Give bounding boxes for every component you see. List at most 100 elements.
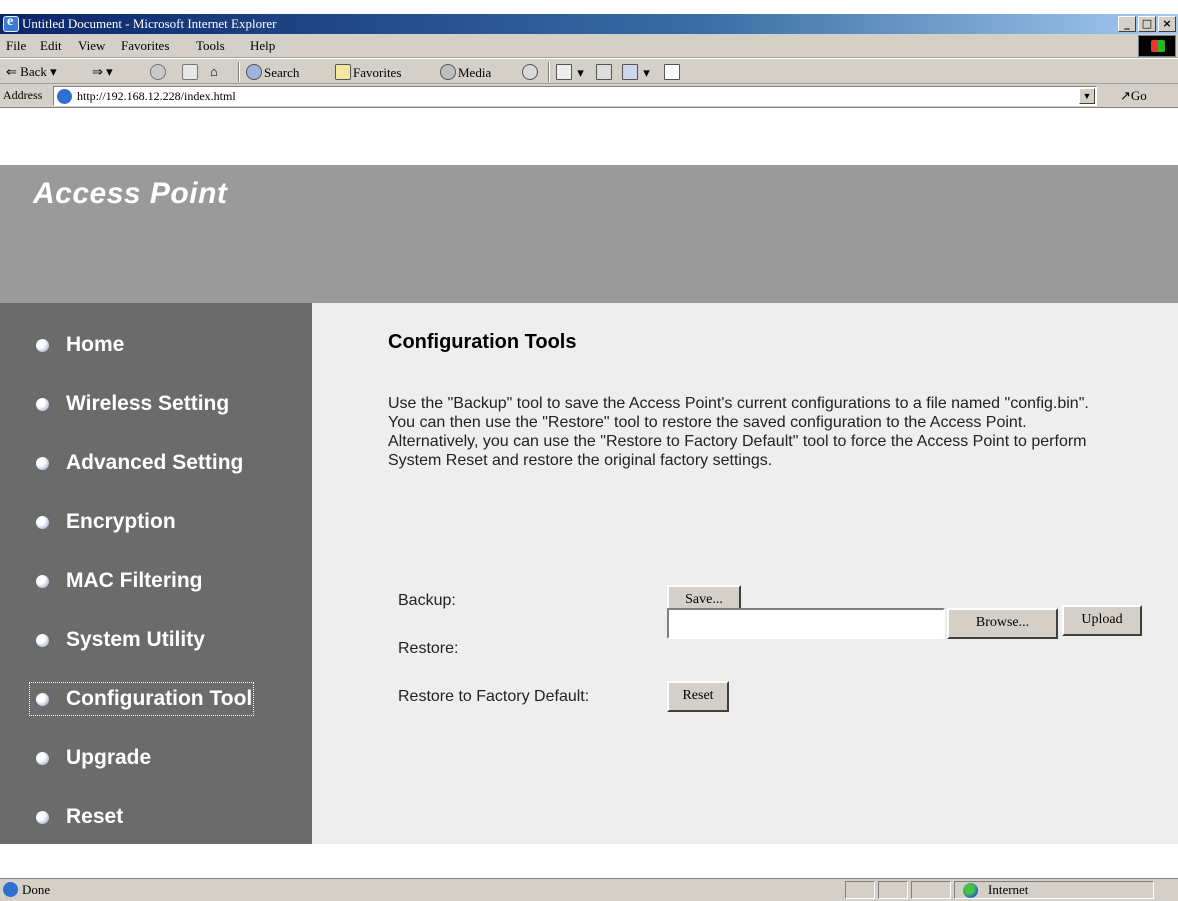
stop-icon [150,64,166,80]
status-bar: Done Internet [0,878,1178,901]
menu-bar: File Edit View Favorites Tools Help [0,34,1178,58]
refresh-button[interactable] [182,64,200,81]
go-button[interactable]: ↗Go [1120,88,1147,104]
browse-button[interactable]: Browse... [947,608,1058,639]
sidebar-item-wireless-setting[interactable]: Wireless Setting [33,389,229,419]
internet-explorer-icon [3,14,19,32]
favorites-label: Favorites [353,65,402,80]
search-label: Search [264,65,300,80]
history-button[interactable] [522,64,540,81]
mail-button[interactable]: ▾ [556,64,584,81]
page-description: Use the "Backup" tool to save the Access… [388,395,1089,469]
favorites-icon [335,64,351,80]
status-panel [878,881,908,899]
bullet-icon [36,752,49,765]
toolbar-separator [548,62,550,82]
upload-button[interactable]: Upload [1062,605,1142,636]
mail-icon [556,64,572,80]
search-icon [246,64,262,80]
forward-arrow-icon: ⇒ [92,64,103,79]
media-icon [440,64,456,80]
edit-button[interactable]: ▾ [622,64,650,81]
back-arrow-icon: ⇐ [6,64,17,79]
page-icon [57,89,72,104]
bullet-icon [36,457,49,470]
banner-title: Access Point [33,177,228,210]
menu-file[interactable]: File [6,38,26,54]
address-input[interactable]: http://192.168.12.228/index.html ▼ [53,86,1097,106]
stop-button[interactable] [150,64,168,81]
discuss-button[interactable] [664,64,682,81]
address-bar: Address http://192.168.12.228/index.html… [0,84,1178,108]
menu-view[interactable]: View [78,38,105,54]
internet-zone-icon [963,883,978,898]
home-icon: ⌂ [210,64,218,79]
discuss-icon [664,64,680,80]
restore-file-input[interactable] [667,608,945,639]
sidebar-item-label: Home [66,333,125,356]
bullet-icon [36,634,49,647]
bullet-icon [36,339,49,352]
sidebar-item-upgrade[interactable]: Upgrade [33,743,151,773]
back-label: Back [20,64,47,79]
go-arrow-icon: ↗ [1120,88,1131,103]
sidebar-item-advanced-setting[interactable]: Advanced Setting [33,448,243,478]
sidebar-item-encryption[interactable]: Encryption [33,507,176,537]
menu-tools[interactable]: Tools [196,38,225,54]
refresh-icon [182,64,198,80]
restore-label: Restore: [398,640,459,657]
sidebar-item-system-utility[interactable]: System Utility [33,625,205,655]
bullet-icon [36,693,49,706]
favorites-button[interactable]: Favorites [335,64,401,81]
status-text: Done [22,882,51,897]
window-controls: _ □ × [1118,16,1176,32]
menu-favorites[interactable]: Favorites [121,38,169,54]
backup-label: Backup: [398,592,456,609]
bullet-icon [36,398,49,411]
factory-default-label: Restore to Factory Default: [398,688,590,705]
sidebar-item-reset[interactable]: Reset [33,802,123,832]
sidebar-item-label: MAC Filtering [66,569,203,592]
sidebar-item-home[interactable]: Home [33,330,124,360]
home-button[interactable]: ⌂ [210,64,218,80]
menu-help[interactable]: Help [250,38,275,54]
reset-button[interactable]: Reset [667,681,729,712]
address-url: http://192.168.12.228/index.html [77,89,236,103]
history-icon [522,64,538,80]
go-label: Go [1130,88,1147,103]
sidebar-item-label: Reset [66,805,124,828]
window-title: Untitled Document - Microsoft Internet E… [22,16,277,31]
status-panel [911,881,951,899]
bullet-icon [36,516,49,529]
sidebar-nav: Home Wireless Setting Advanced Setting E… [0,303,312,844]
zone-label: Internet [988,882,1029,897]
maximize-button[interactable]: □ [1138,16,1156,32]
minimize-button[interactable]: _ [1118,16,1136,32]
menu-edit[interactable]: Edit [40,38,62,54]
sidebar-item-label: Advanced Setting [66,451,244,474]
close-button[interactable]: × [1158,16,1176,32]
back-button[interactable]: ⇐ Back ▾ [6,64,57,80]
page-status-icon [3,882,18,897]
address-label: Address [3,88,43,102]
sidebar-item-configuration-tool[interactable]: Configuration Tool [28,682,255,716]
sidebar-item-label: Wireless Setting [66,392,230,415]
status-panel [845,881,875,899]
header-banner: Access Point [0,165,1178,303]
media-button[interactable]: Media [440,64,491,81]
search-button[interactable]: Search [246,64,299,81]
forward-button[interactable]: ⇒ ▾ [92,64,113,80]
windows-logo-icon [1138,35,1176,57]
media-label: Media [458,65,492,80]
address-dropdown-icon[interactable]: ▼ [1079,88,1095,104]
sidebar-item-label: Upgrade [66,746,152,769]
page-title: Configuration Tools [388,331,577,353]
page-content: Access Point Home Wireless Setting Advan… [0,165,1178,844]
bullet-icon [36,811,49,824]
print-button[interactable] [596,64,614,81]
zone-panel [954,881,1154,899]
bullet-icon [36,575,49,588]
sidebar-item-label: Configuration Tool [66,687,253,710]
sidebar-item-label: Encryption [66,510,176,533]
sidebar-item-mac-filtering[interactable]: MAC Filtering [33,566,203,596]
